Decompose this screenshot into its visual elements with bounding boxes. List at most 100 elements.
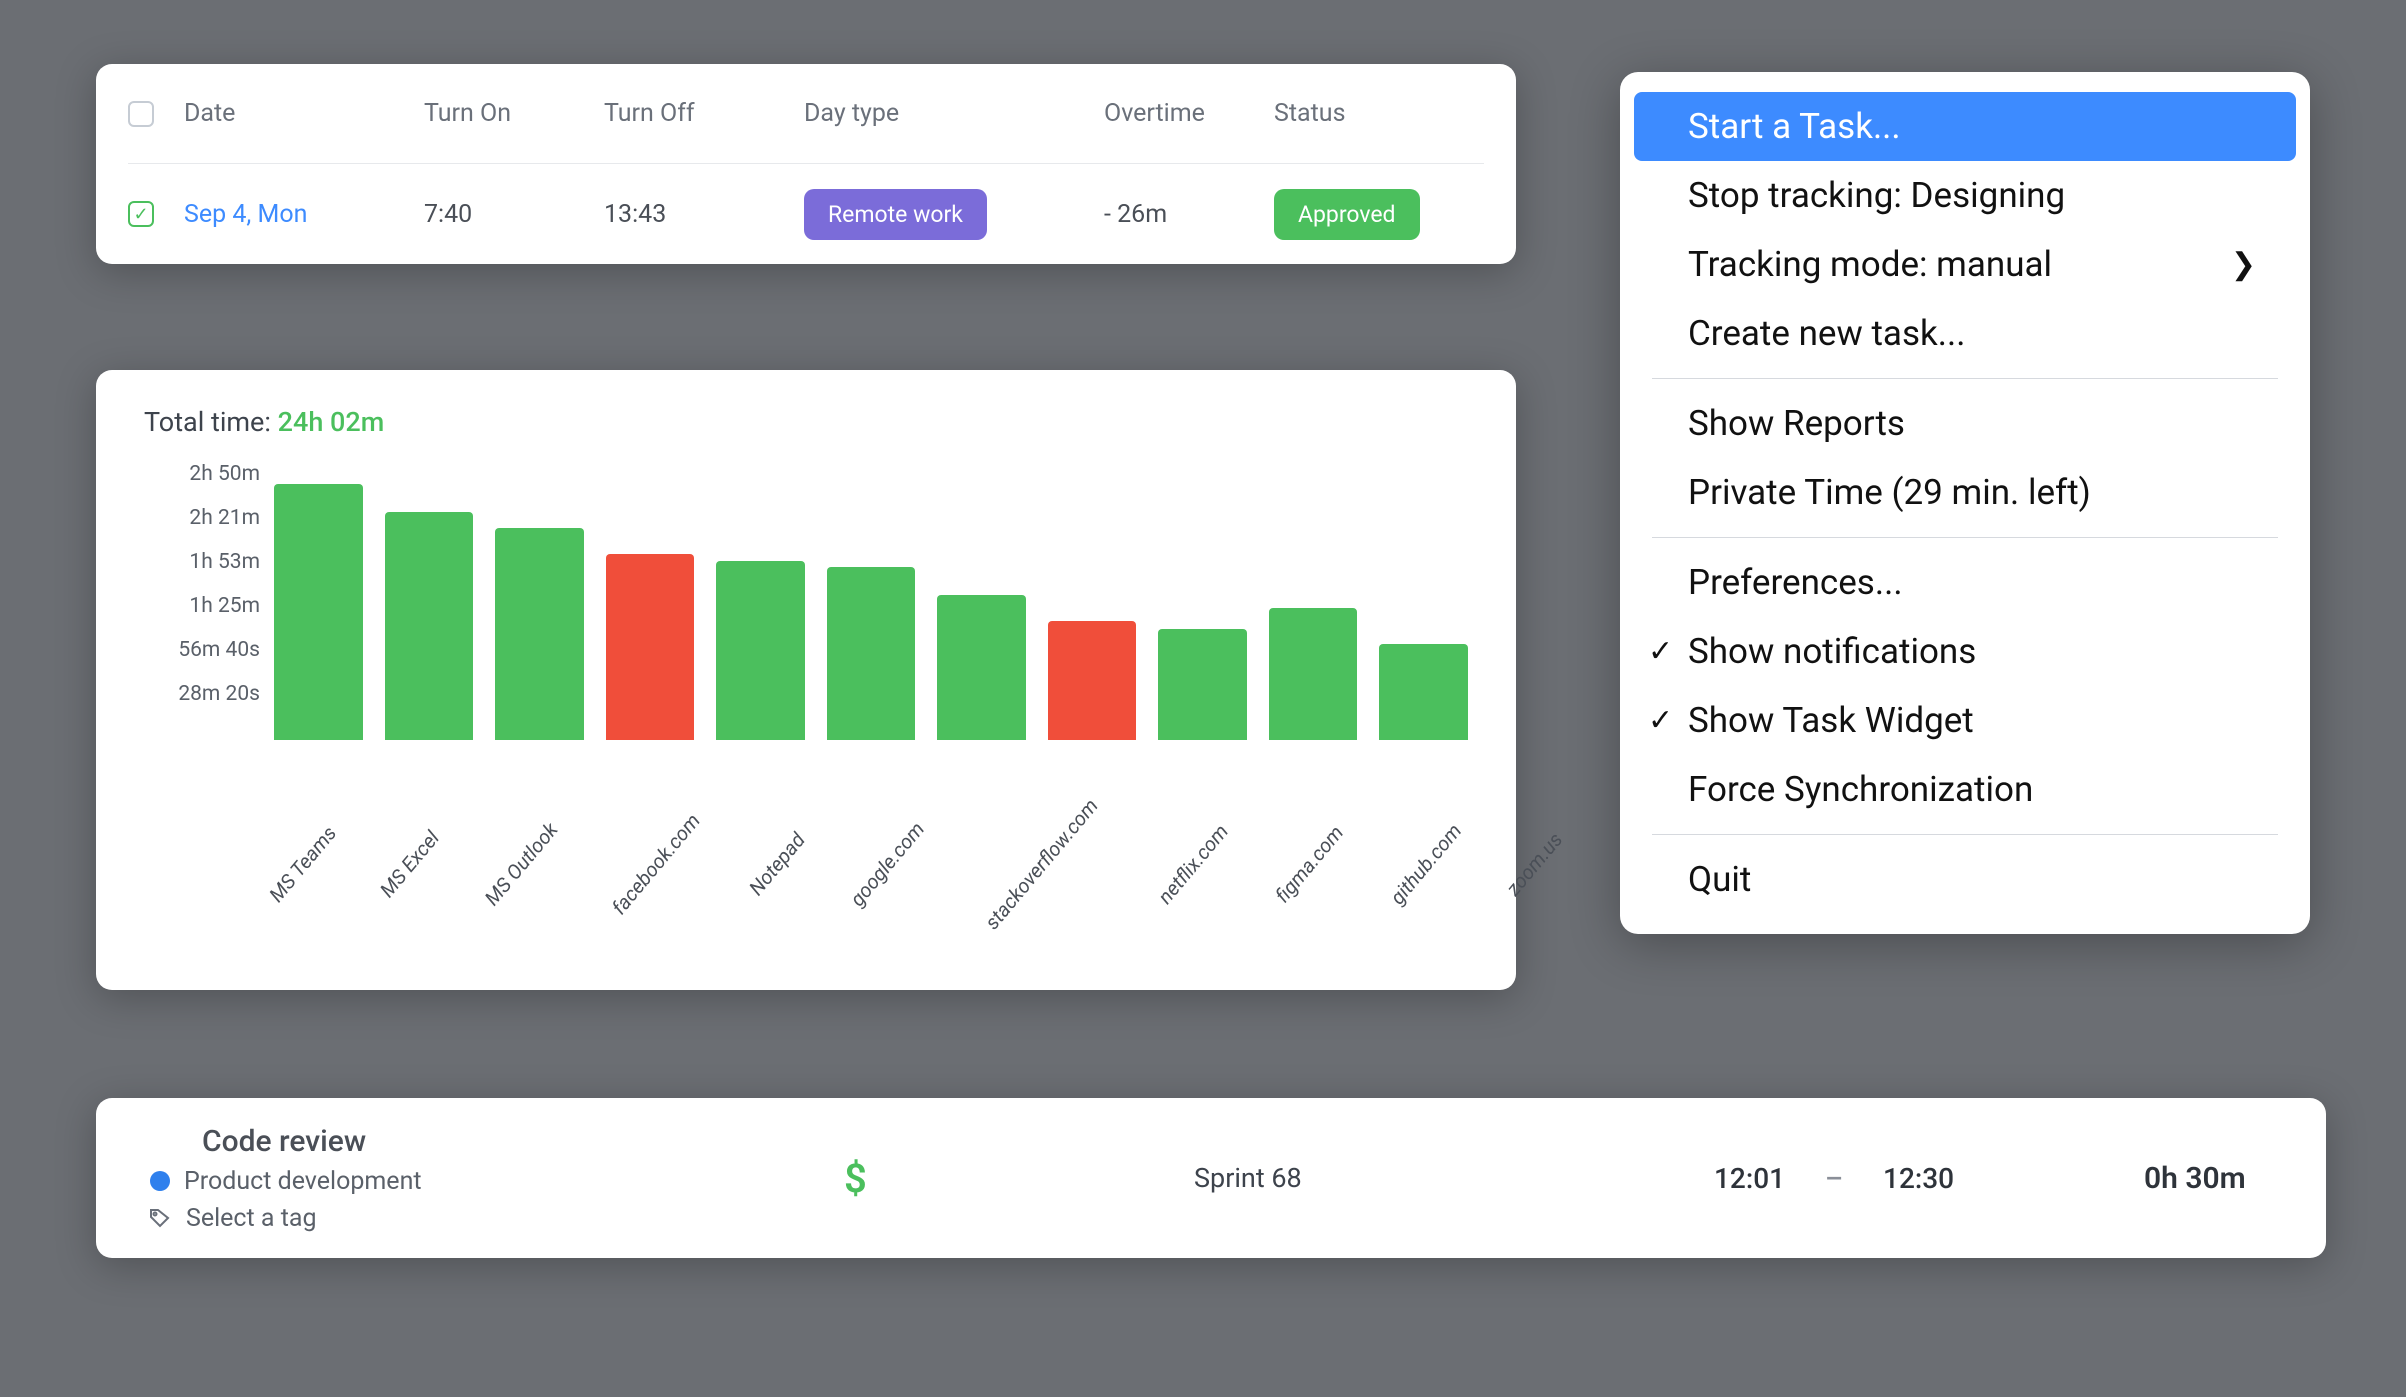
bar-column[interactable] xyxy=(937,595,1026,740)
cell-date[interactable]: Sep 4, Mon xyxy=(184,200,424,229)
y-tick: 2h 21m xyxy=(144,506,274,550)
time-start: 12:01 xyxy=(1714,1162,1785,1195)
bar xyxy=(385,512,474,740)
menu-show-task-widget-label: Show Task Widget xyxy=(1688,700,1974,741)
check-icon: ✓ xyxy=(1648,634,1673,669)
chart-area: 2h 50m2h 21m1h 53m1h 25m56m 40s28m 20s xyxy=(144,454,1468,800)
menu-create-task-label: Create new task... xyxy=(1688,313,1965,354)
menu-private-time[interactable]: Private Time (29 min. left) xyxy=(1634,458,2296,527)
th-overtime: Overtime xyxy=(1104,99,1274,128)
usage-chart-card: Total time: 24h 02m 2h 50m2h 21m1h 53m1h… xyxy=(96,370,1516,990)
bar-column[interactable] xyxy=(827,567,916,740)
menu-stop-tracking[interactable]: Stop tracking: Designing xyxy=(1634,161,2296,230)
bar-column[interactable] xyxy=(716,561,805,740)
menu-preferences-label: Preferences... xyxy=(1688,562,1903,603)
menu-separator xyxy=(1652,834,2278,835)
tag-icon xyxy=(148,1206,172,1230)
chart-bars xyxy=(274,460,1468,740)
bar xyxy=(937,595,1026,740)
menu-create-task[interactable]: Create new task... xyxy=(1634,299,2296,368)
bar xyxy=(495,528,584,740)
bar-column[interactable] xyxy=(495,528,584,740)
bar-column[interactable] xyxy=(1379,644,1468,740)
attendance-table-card: Date Turn On Turn Off Day type Overtime … xyxy=(96,64,1516,264)
menu-separator xyxy=(1652,378,2278,379)
bar xyxy=(1269,608,1358,740)
chart-title: Total time: 24h 02m xyxy=(144,406,1468,438)
billable-toggle[interactable]: $ xyxy=(844,1155,1194,1202)
menu-quit-label: Quit xyxy=(1688,859,1751,900)
task-select-tag: Select a tag xyxy=(186,1204,317,1233)
th-turn-on: Turn On xyxy=(424,99,604,128)
menu-private-time-label: Private Time (29 min. left) xyxy=(1688,472,2091,513)
th-day-type: Day type xyxy=(804,99,1104,128)
bar xyxy=(1048,621,1137,740)
menu-tracking-mode-label: Tracking mode: manual xyxy=(1688,244,2052,285)
chart-title-value: 24h 02m xyxy=(278,406,385,438)
menu-show-task-widget[interactable]: ✓ Show Task Widget xyxy=(1634,686,2296,755)
tray-context-menu: Start a Task... Stop tracking: Designing… xyxy=(1620,72,2310,934)
menu-quit[interactable]: Quit xyxy=(1634,845,2296,914)
task-project: Product development xyxy=(184,1167,422,1196)
bar xyxy=(1158,629,1247,740)
dollar-icon: $ xyxy=(844,1155,867,1202)
y-tick: 1h 25m xyxy=(144,594,274,638)
bar xyxy=(827,567,916,740)
task-project-row[interactable]: Product development xyxy=(144,1167,844,1196)
row-checkbox[interactable]: ✓ xyxy=(128,201,154,227)
menu-tracking-mode[interactable]: Tracking mode: manual ❯ xyxy=(1634,230,2296,299)
cell-turn-off: 13:43 xyxy=(604,200,804,229)
menu-show-notifications-label: Show notifications xyxy=(1688,631,1976,672)
task-entry-bar: Code review Product development Select a… xyxy=(96,1098,2326,1258)
menu-show-notifications[interactable]: ✓ Show notifications xyxy=(1634,617,2296,686)
task-time-range[interactable]: 12:01 – 12:30 xyxy=(1714,1162,2144,1195)
task-duration: 0h 30m xyxy=(2144,1161,2354,1196)
cell-overtime: - 26m xyxy=(1104,200,1274,229)
y-tick: 1h 53m xyxy=(144,550,274,594)
menu-stop-tracking-label: Stop tracking: Designing xyxy=(1688,175,2065,216)
y-tick: 56m 40s xyxy=(144,638,274,682)
bar-column[interactable] xyxy=(606,554,695,740)
day-type-badge: Remote work xyxy=(804,189,987,240)
bar-column[interactable] xyxy=(274,484,363,740)
chevron-right-icon: ❯ xyxy=(2231,247,2256,282)
y-tick: 2h 50m xyxy=(144,462,274,506)
chart-title-prefix: Total time: xyxy=(144,406,278,438)
check-icon: ✓ xyxy=(1648,703,1673,738)
bar xyxy=(606,554,695,740)
y-axis: 2h 50m2h 21m1h 53m1h 25m56m 40s28m 20s xyxy=(144,454,274,800)
project-color-dot xyxy=(150,1171,170,1191)
menu-force-sync[interactable]: Force Synchronization xyxy=(1634,755,2296,824)
task-tag-row[interactable]: Select a tag xyxy=(144,1204,844,1233)
y-tick: 28m 20s xyxy=(144,682,274,726)
bar-column[interactable] xyxy=(1048,621,1137,740)
menu-separator xyxy=(1652,537,2278,538)
cell-turn-on: 7:40 xyxy=(424,200,604,229)
th-turn-off: Turn Off xyxy=(604,99,804,128)
status-badge: Approved xyxy=(1274,189,1420,240)
select-all-checkbox[interactable] xyxy=(128,101,154,127)
bar-column[interactable] xyxy=(1158,629,1247,740)
table-row[interactable]: ✓ Sep 4, Mon 7:40 13:43 Remote work - 26… xyxy=(128,164,1484,264)
menu-show-reports-label: Show Reports xyxy=(1688,403,1905,444)
th-date: Date xyxy=(184,99,424,128)
task-sprint[interactable]: Sprint 68 xyxy=(1194,1162,1714,1194)
bar-column[interactable] xyxy=(385,512,474,740)
bar-column[interactable] xyxy=(1269,608,1358,740)
cell-status: Approved xyxy=(1274,189,1444,240)
task-title[interactable]: Code review xyxy=(202,1124,844,1159)
menu-preferences[interactable]: Preferences... xyxy=(1634,548,2296,617)
menu-show-reports[interactable]: Show Reports xyxy=(1634,389,2296,458)
bar xyxy=(274,484,363,740)
time-end: 12:30 xyxy=(1883,1162,1954,1195)
time-dash: – xyxy=(1825,1162,1843,1195)
x-axis: MS TeamsMS ExcelMS Outlookfacebook.comNo… xyxy=(274,800,1468,970)
menu-start-task[interactable]: Start a Task... xyxy=(1634,92,2296,161)
th-status: Status xyxy=(1274,99,1444,128)
cell-day-type: Remote work xyxy=(804,189,1104,240)
task-left-block: Code review Product development Select a… xyxy=(144,1124,844,1233)
menu-start-task-label: Start a Task... xyxy=(1688,106,1901,147)
table-header: Date Turn On Turn Off Day type Overtime … xyxy=(128,64,1484,164)
bar xyxy=(716,561,805,740)
menu-force-sync-label: Force Synchronization xyxy=(1688,769,2033,810)
